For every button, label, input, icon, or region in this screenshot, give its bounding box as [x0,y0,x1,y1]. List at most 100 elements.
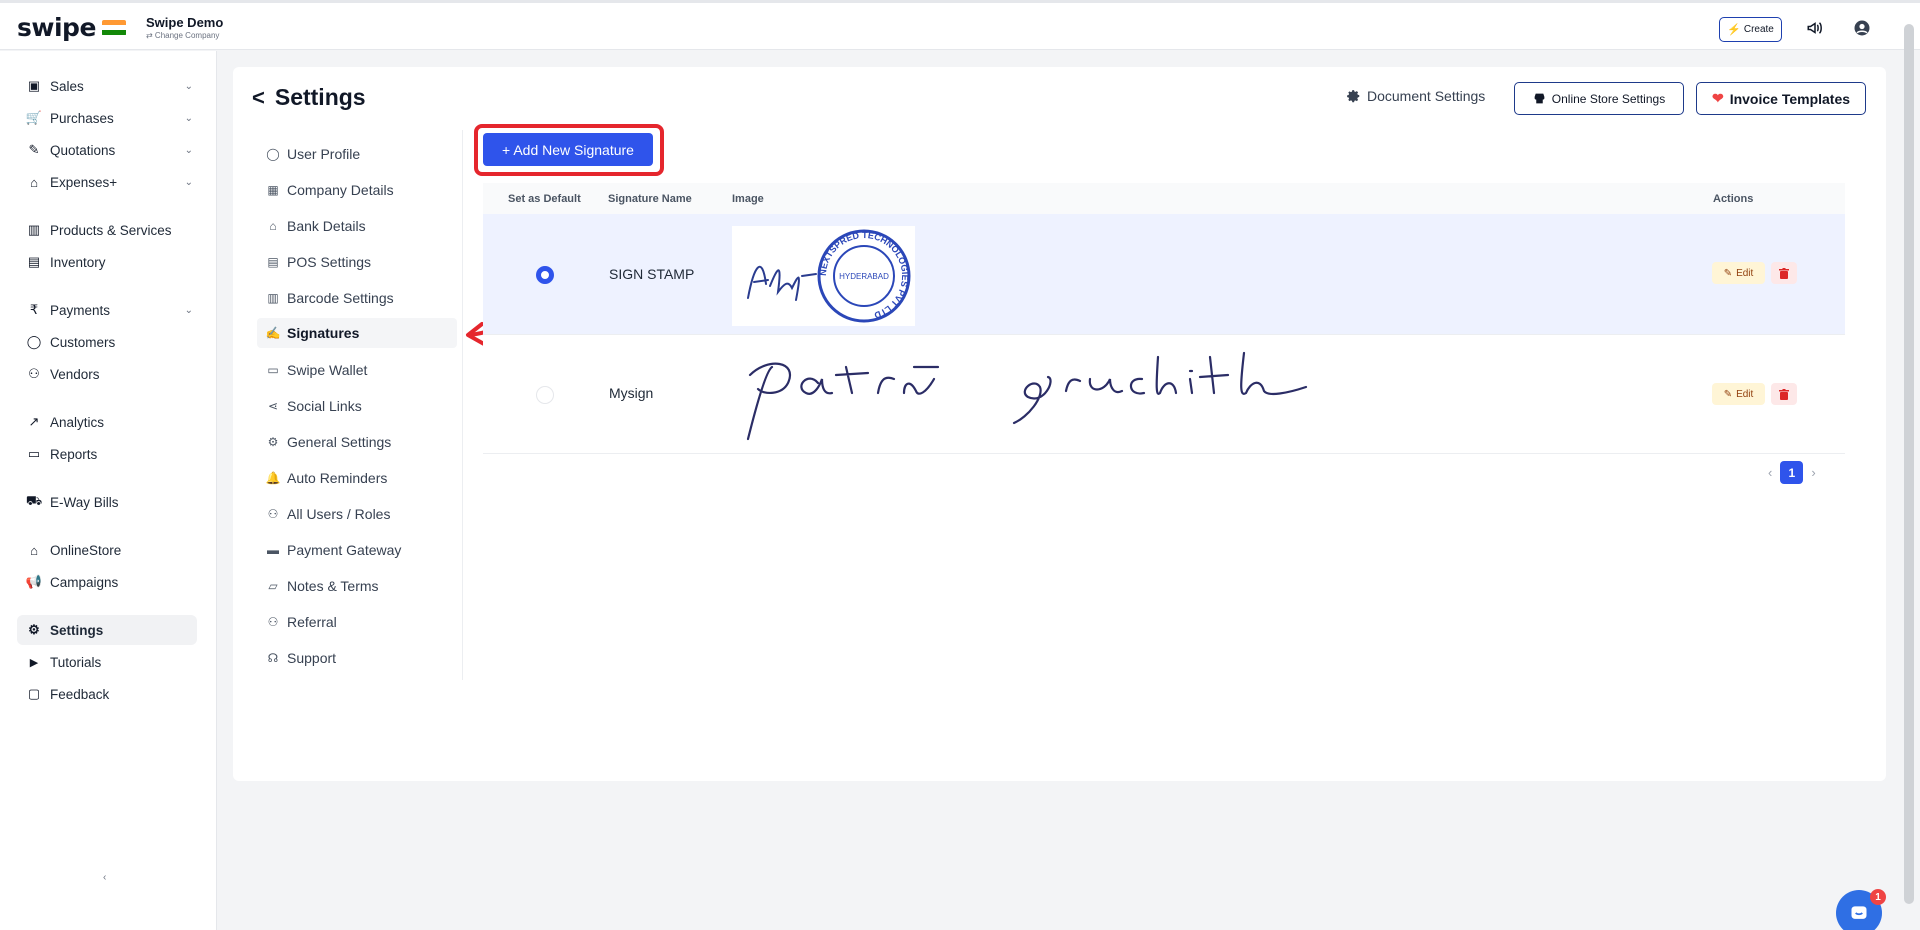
back-chevron-icon[interactable]: < [252,85,265,111]
company-name: Swipe Demo [146,15,224,30]
sidebar-item-label: Inventory [50,254,106,270]
invoice-templates-button[interactable]: ❤ Invoice Templates [1696,82,1866,115]
chat-icon: ▢ [27,686,41,701]
sidebar-item-tutorials[interactable]: ▶ Tutorials [17,647,197,677]
chevron-down-icon[interactable]: ⌄ [185,113,193,124]
stamp-city: HYDERABAD [839,272,889,281]
signature-stamp-image: NEXTSPRED TECHNOLOGIES PVT LTD HYDERABAD [732,226,915,326]
sidebar-item-e-way-bills[interactable]: ⛟ E-Way Bills [17,487,197,517]
column-actions: Actions [1713,193,1754,205]
submenu-item-company-details[interactable]: ▦ Company Details [257,175,457,205]
sidebar-item-reports[interactable]: ▭ Reports [17,439,197,469]
swipe-logo[interactable]: swipe [17,13,126,42]
sidebar-item-settings[interactable]: ⚙ Settings [17,615,197,645]
sidebar-item-payments[interactable]: ₹ Payments ⌄ [17,295,197,325]
note-icon: ▱ [268,579,278,593]
submenu-item-label: Payment Gateway [287,542,402,558]
edit-icon: ✎ [1723,388,1733,400]
edit-button[interactable]: ✎ Edit [1712,262,1765,284]
collapse-sidebar-icon[interactable]: ‹ [103,872,106,883]
chevron-down-icon[interactable]: ⌄ [185,81,193,92]
sidebar-item-inventory[interactable]: ▤ Inventory [17,247,197,277]
submenu-item-bank-details[interactable]: ⌂ Bank Details [257,211,457,241]
submenu-item-label: Support [287,650,337,666]
default-radio-selected[interactable] [536,266,554,284]
truck-icon: ⛟ [25,493,43,508]
chart-icon: ↗ [28,414,40,429]
edit-icon: ✎ [1723,267,1733,279]
submenu-item-all-users-roles[interactable]: ⚇ All Users / Roles [257,499,457,529]
gear-icon: ⚙ [267,435,279,449]
user-icon: ◯ [26,334,42,349]
sidebar-item-label: Products & Services [50,222,172,238]
submenu-item-signatures[interactable]: ✍ Signatures [257,318,457,348]
prev-page-icon[interactable]: ‹ [1768,465,1772,480]
signature-script-text: patri sruchith [483,335,484,336]
page-title: < Settings [252,84,366,111]
sidebar-item-label: Settings [50,622,104,638]
account-avatar-icon[interactable] [1852,18,1872,38]
submenu-item-user-profile[interactable]: ◯ User Profile [257,139,457,169]
submenu-item-payment-gateway[interactable]: ▬ Payment Gateway [257,535,457,565]
online-store-settings-button[interactable]: Online Store Settings [1514,82,1684,115]
sidebar-item-purchases[interactable]: 🛒 Purchases ⌄ [17,103,197,133]
submenu-item-barcode-settings[interactable]: ▥ Barcode Settings [257,283,457,313]
store-icon: ⌂ [30,542,38,558]
submenu-item-auto-reminders[interactable]: 🔔 Auto Reminders [257,463,457,493]
sidebar-item-analytics[interactable]: ↗ Analytics [17,407,197,437]
submenu-item-notes-terms[interactable]: ▱ Notes & Terms [257,571,457,601]
sidebar-item-onlinestore[interactable]: ⌂ OnlineStore [17,535,197,565]
chevron-down-icon[interactable]: ⌄ [185,305,193,316]
sidebar-item-label: Vendors [50,366,100,382]
sidebar-item-label: Campaigns [50,574,119,590]
submenu-item-general-settings[interactable]: ⚙ General Settings [257,427,457,457]
company-switcher[interactable]: Swipe Demo ⇄ Change Company [146,15,223,40]
add-new-signature-button[interactable]: + Add New Signature [483,133,653,166]
page-title-text: Settings [274,84,366,110]
submenu-item-social-links[interactable]: ⋖ Social Links [257,391,457,421]
change-company-link[interactable]: ⇄ Change Company [146,31,223,40]
sidebar-item-label: E-Way Bills [50,494,119,510]
submenu-item-referral[interactable]: ⚇ Referral [257,607,457,637]
submenu-item-swipe-wallet[interactable]: ▭ Swipe Wallet [257,355,457,385]
pos-icon: ▤ [267,255,279,269]
sidebar-item-campaigns[interactable]: 📢 Campaigns [17,567,197,597]
column-signature-name: Signature Name [608,193,692,205]
edit-button[interactable]: ✎ Edit [1712,383,1765,405]
sidebar-item-vendors[interactable]: ⚇ Vendors [17,359,197,389]
delete-button[interactable] [1771,383,1797,405]
tag-icon: ⌂ [30,174,38,190]
submenu-item-label: Social Links [287,398,362,414]
chat-unread-badge: 1 [1870,889,1886,905]
page-scrollbar[interactable] [1904,24,1914,904]
online-store-settings-label: Online Store Settings [1551,91,1666,106]
submenu-item-pos-settings[interactable]: ▤ POS Settings [257,247,457,277]
sidebar-item-label: Reports [50,446,98,462]
submenu-item-label: Swipe Wallet [287,362,368,378]
next-page-icon[interactable]: › [1811,465,1815,480]
delete-button[interactable] [1771,262,1797,284]
sidebar-item-products-services[interactable]: ▥ Products & Services [17,215,197,245]
default-radio[interactable] [536,386,554,404]
gear-icon: ⚙ [28,622,40,637]
referral-icon: ⚇ [267,615,279,629]
sidebar-item-customers[interactable]: ◯ Customers [17,327,197,357]
submenu-item-support[interactable]: ☊ Support [257,643,457,673]
sidebar-item-quotations[interactable]: ✎ Quotations ⌄ [17,135,197,165]
top-bar: swipe Swipe Demo ⇄ Change Company ⚡ Crea… [0,0,1920,50]
submenu-divider [462,130,463,680]
users-icon: ⚇ [267,507,279,521]
chevron-down-icon[interactable]: ⌄ [185,177,193,188]
announcement-megaphone-icon[interactable] [1805,18,1825,38]
sidebar-item-feedback[interactable]: ▢ Feedback [17,679,197,709]
document-settings-link[interactable]: Document Settings [1347,88,1485,104]
submenu-item-label: All Users / Roles [287,506,391,522]
sidebar-item-expenses[interactable]: ⌂ Expenses+ ⌄ [17,167,197,197]
edit-label: Edit [1736,267,1754,279]
create-button[interactable]: ⚡ Create [1719,17,1782,42]
invoice-templates-label: Invoice Templates [1729,90,1851,107]
column-set-as-default: Set as Default [508,193,581,205]
sidebar-item-sales[interactable]: ▣ Sales ⌄ [17,71,197,101]
page-number[interactable]: 1 [1780,461,1804,484]
chevron-down-icon[interactable]: ⌄ [185,145,193,156]
